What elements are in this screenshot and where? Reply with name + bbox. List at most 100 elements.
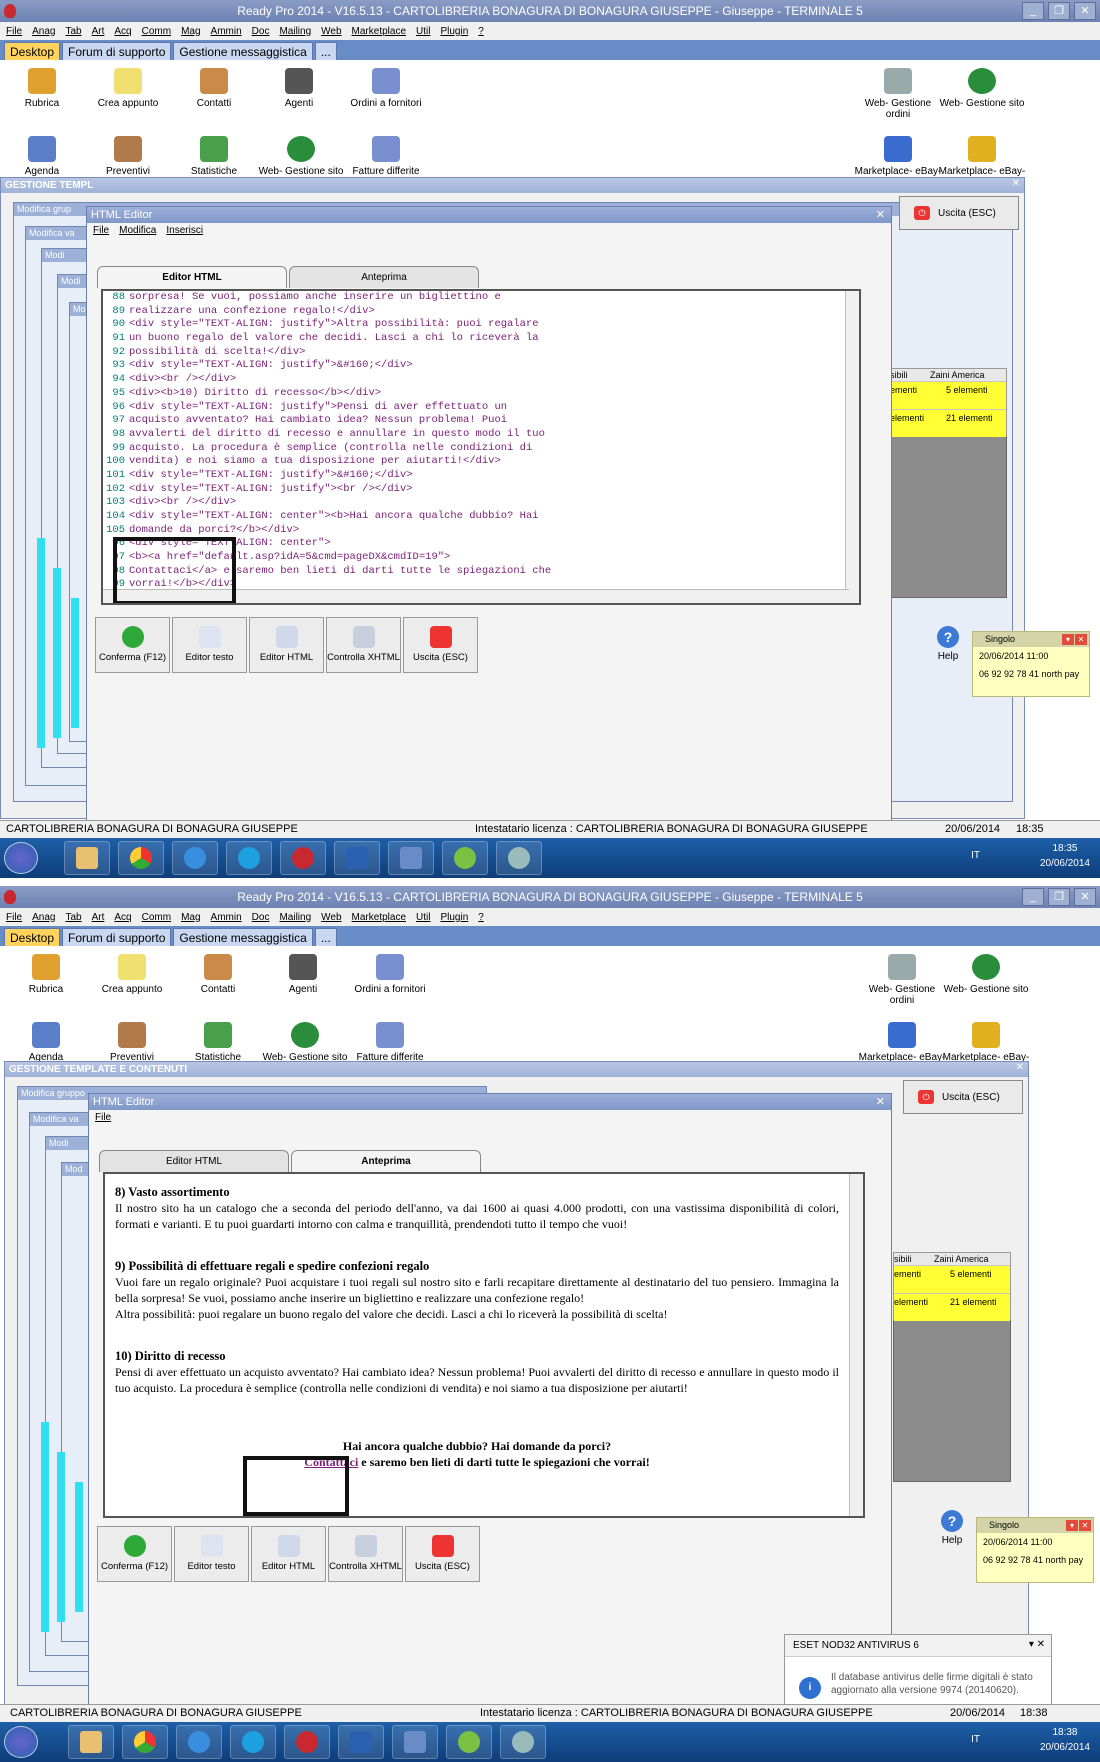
menu-doc[interactable]: Doc (252, 26, 270, 37)
desktop-icon-agenda[interactable]: Agenda (0, 132, 90, 177)
html-editor-close-icon[interactable]: ✕ (876, 1095, 885, 1108)
menu-comm[interactable]: Comm (142, 912, 171, 923)
help-button[interactable]: ? Help (941, 1510, 963, 1546)
editor-html-button[interactable]: Editor HTML (249, 617, 324, 673)
gestione-close-icon[interactable]: ✕ (1012, 178, 1020, 189)
tab-editor-html[interactable]: Editor HTML (97, 266, 287, 288)
desktop-icon-preventivi[interactable]: Preventivi (80, 132, 176, 177)
close-icon[interactable]: ✕ (1075, 634, 1087, 645)
html-code-editor[interactable]: 88 sorpresa! Se vuoi, possiamo anche inse… (101, 289, 861, 605)
conferma-button[interactable]: Conferma (F12) (97, 1526, 172, 1582)
editor-menu-file[interactable]: File (95, 1112, 111, 1123)
table-row[interactable]: elementi 21 elementi (890, 409, 1006, 437)
skype-taskbar-icon[interactable] (230, 1725, 276, 1759)
menu-file[interactable]: File (6, 26, 22, 37)
menu-marketplace[interactable]: Marketplace (352, 912, 406, 923)
close-icon[interactable]: ✕ (1079, 1520, 1091, 1531)
menu-ammin[interactable]: Ammin (211, 912, 242, 923)
app-taskbar-icon[interactable] (446, 1725, 492, 1759)
desktop-icon-crea-appunto[interactable]: Crea appunto (84, 950, 180, 995)
menu-util[interactable]: Util (416, 912, 430, 923)
desktop-icon-web-gestione-sito[interactable]: Web- Gestione sito (936, 64, 1028, 109)
desktop-icon-agenti[interactable]: Agenti (255, 950, 351, 995)
network-taskbar-icon[interactable] (392, 1725, 438, 1759)
app-taskbar-icon[interactable] (442, 841, 488, 875)
menu-util[interactable]: Util (416, 26, 430, 37)
word-taskbar-icon[interactable] (338, 1725, 384, 1759)
menu-web[interactable]: Web (321, 912, 341, 923)
ie-taskbar-icon[interactable] (176, 1725, 222, 1759)
explorer-taskbar-icon[interactable] (68, 1725, 114, 1759)
desktop-icon-ordini-fornitori[interactable]: Ordini a fornitori (336, 64, 436, 109)
tab-forum[interactable]: Forum di supporto (62, 42, 172, 60)
uscita-esc-button[interactable]: ⏻ Uscita (ESC) (899, 196, 1019, 230)
editor-menu-modifica[interactable]: Modifica (119, 225, 156, 236)
menu-file[interactable]: File (6, 912, 22, 923)
menu-mag[interactable]: Mag (181, 912, 200, 923)
gestione-close-icon[interactable]: ✕ (1016, 1062, 1024, 1073)
menu-mailing[interactable]: Mailing (279, 912, 311, 923)
uscita-button[interactable]: Uscita (ESC) (405, 1526, 480, 1582)
menu-acq[interactable]: Acq (114, 912, 131, 923)
menu-help[interactable]: ? (478, 26, 484, 37)
menu-ammin[interactable]: Ammin (211, 26, 242, 37)
menu-art[interactable]: Art (92, 912, 105, 923)
editor-menu-file[interactable]: File (93, 225, 109, 236)
html-editor-close-icon[interactable]: ✕ (876, 208, 885, 221)
menu-tab[interactable]: Tab (65, 912, 81, 923)
tab-messaggistica[interactable]: Gestione messaggistica (173, 42, 313, 60)
desktop-icon-agenda[interactable]: Agenda (0, 1018, 94, 1063)
menu-help[interactable]: ? (478, 912, 484, 923)
camera-taskbar-icon[interactable] (496, 841, 542, 875)
menu-acq[interactable]: Acq (114, 26, 131, 37)
tab-messaggistica[interactable]: Gestione messaggistica (173, 928, 313, 946)
close-button[interactable]: ✕ (1074, 888, 1096, 906)
editor-testo-button[interactable]: Editor testo (172, 617, 247, 673)
tab-desktop[interactable]: Desktop (4, 42, 61, 60)
desktop-icon-rubrica[interactable]: Rubrica (0, 64, 90, 109)
minimize-button[interactable]: _ (1022, 888, 1044, 906)
menu-plugin[interactable]: Plugin (440, 26, 468, 37)
start-button[interactable] (4, 842, 38, 874)
word-taskbar-icon[interactable] (334, 841, 380, 875)
uscita-button[interactable]: Uscita (ESC) (403, 617, 478, 673)
desktop-icon-agenti[interactable]: Agenti (251, 64, 347, 109)
menu-doc[interactable]: Doc (252, 912, 270, 923)
preview-vscroll[interactable] (849, 1174, 863, 1516)
desktop-icon-contatti[interactable]: Contatti (166, 64, 262, 109)
network-taskbar-icon[interactable] (388, 841, 434, 875)
tab-forum[interactable]: Forum di supporto (62, 928, 172, 946)
minimize-button[interactable]: _ (1022, 2, 1044, 20)
tray-clock[interactable]: 18:38 20/06/2014 (1040, 1725, 1090, 1755)
desktop-icon-rubrica[interactable]: Rubrica (0, 950, 94, 995)
desktop-icon-ordini-fornitori[interactable]: Ordini a fornitori (340, 950, 440, 995)
tab-anteprima[interactable]: Anteprima (289, 266, 479, 288)
menu-mag[interactable]: Mag (181, 26, 200, 37)
desktop-icon-statistiche[interactable]: Statistiche (170, 1018, 266, 1063)
tab-editor-html[interactable]: Editor HTML (99, 1150, 289, 1172)
singolo-reminder[interactable]: Singolo ▾ ✕ 20/06/2014 11:00 06 92 92 78 4… (972, 631, 1090, 697)
controlla-xhtml-button[interactable]: Controlla XHTML (328, 1526, 403, 1582)
menu-web[interactable]: Web (321, 26, 341, 37)
menu-comm[interactable]: Comm (142, 26, 171, 37)
table-row[interactable]: ementi 5 elementi (894, 1265, 1010, 1293)
menu-art[interactable]: Art (92, 26, 105, 37)
restore-button[interactable]: ❐ (1048, 2, 1070, 20)
singolo-reminder[interactable]: Singolo ▾ ✕ 20/06/2014 11:00 06 92 92 78 4… (976, 1517, 1094, 1583)
tray-language[interactable]: IT (971, 850, 980, 861)
readypro-taskbar-icon[interactable] (284, 1725, 330, 1759)
dropdown-icon[interactable]: ▾ (1062, 634, 1074, 645)
menu-marketplace[interactable]: Marketplace (352, 26, 406, 37)
uscita-esc-button[interactable]: ⏻ Uscita (ESC) (903, 1080, 1023, 1114)
editor-testo-button[interactable]: Editor testo (174, 1526, 249, 1582)
conferma-button[interactable]: Conferma (F12) (95, 617, 170, 673)
editor-menu-inserisci[interactable]: Inserisci (166, 225, 203, 236)
desktop-icon-contatti[interactable]: Contatti (170, 950, 266, 995)
editor-html-button[interactable]: Editor HTML (251, 1526, 326, 1582)
table-row[interactable]: ementi 5 elementi (890, 381, 1006, 409)
skype-taskbar-icon[interactable] (226, 841, 272, 875)
code-vscroll[interactable] (845, 291, 859, 603)
desktop-icon-preventivi[interactable]: Preventivi (84, 1018, 180, 1063)
menu-plugin[interactable]: Plugin (440, 912, 468, 923)
menu-mailing[interactable]: Mailing (279, 26, 311, 37)
